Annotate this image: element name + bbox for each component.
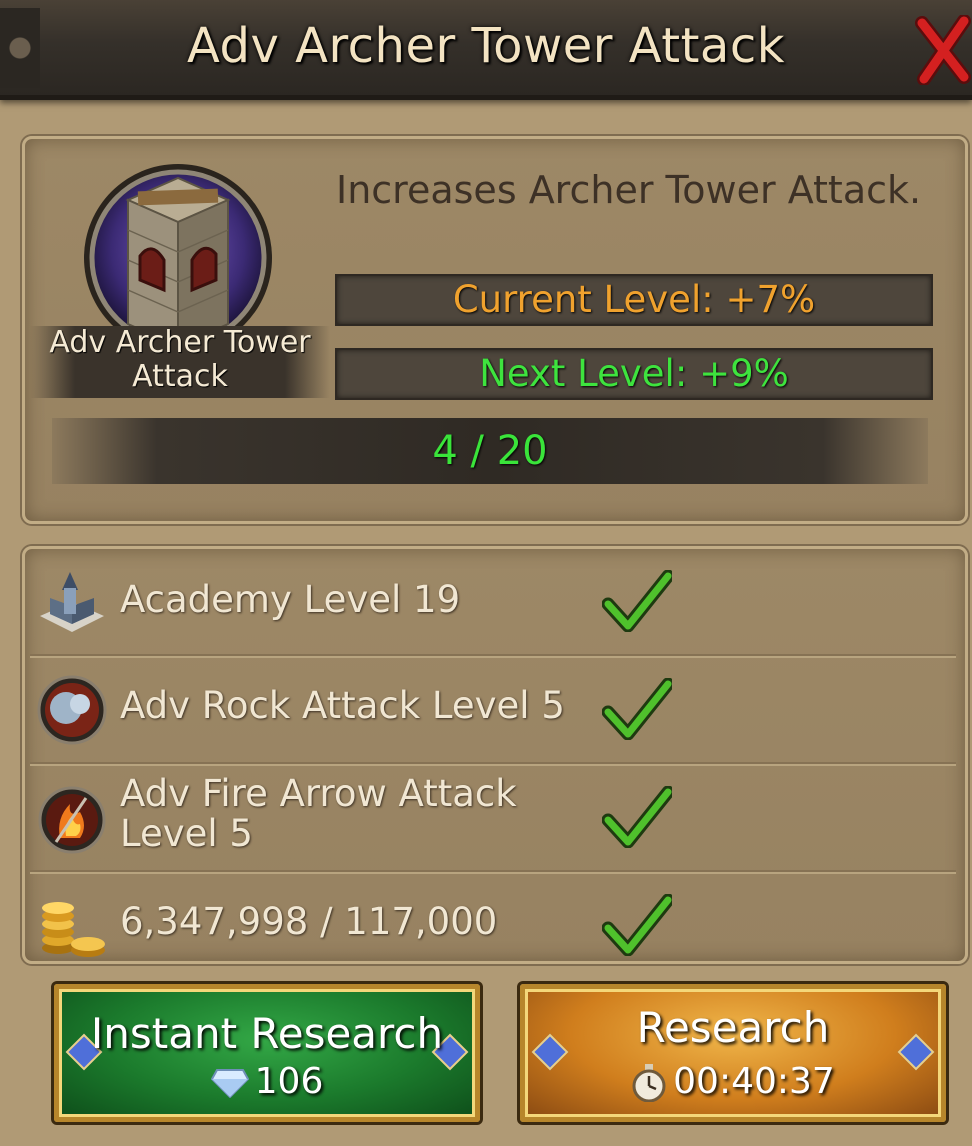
requirement-text: Adv Rock Attack Level 5 <box>120 684 565 727</box>
gold-coins-icon <box>42 902 105 957</box>
close-button[interactable] <box>914 14 972 86</box>
instant-research-cost-value: 106 <box>254 1061 324 1102</box>
level-progress-text: 4 / 20 <box>432 428 548 474</box>
check-icon <box>602 570 672 632</box>
requirement-row: Adv Rock Attack Level 5 <box>30 656 956 764</box>
check-icon <box>602 678 672 740</box>
close-x-icon[interactable] <box>914 14 972 86</box>
rock-attack-icon <box>37 675 107 745</box>
level-progress-bar: 4 / 20 <box>52 418 928 484</box>
research-button[interactable]: Research 00:40:37 <box>520 984 946 1122</box>
research-time-value: 00:40:37 <box>673 1061 835 1102</box>
page-title: Adv Archer Tower Attack <box>186 18 786 74</box>
requirement-row: Academy Level 19 <box>30 548 956 656</box>
stopwatch-icon <box>632 1064 666 1103</box>
instant-research-button[interactable]: Instant Research 106 <box>54 984 480 1122</box>
current-level-bar: Current Level: +7% <box>335 274 933 326</box>
requirement-row: 6,347,998 / 117,000 <box>30 872 956 978</box>
requirement-text: Academy Level 19 <box>120 578 461 621</box>
requirement-text: 6,347,998 / 117,000 <box>120 900 498 943</box>
fire-arrow-icon <box>38 786 106 854</box>
tech-description: Increases Archer Tower Attack. <box>336 168 922 212</box>
requirement-row: Adv Fire Arrow Attack Level 5 <box>30 764 956 872</box>
research-label: Research <box>636 1003 830 1052</box>
requirement-text: Adv Fire Arrow Attack Level 5 <box>120 772 517 855</box>
diamond-gem-icon <box>210 1069 249 1099</box>
academy-building-icon <box>40 572 104 632</box>
next-level-bar: Next Level: +9% <box>335 348 933 400</box>
instant-research-label: Instant Research <box>90 1009 444 1058</box>
header-bar: Adv Archer Tower Attack <box>0 0 972 100</box>
instant-research-cost: 106 <box>59 1061 475 1102</box>
tech-name-label: Adv Archer Tower Attack <box>30 326 330 398</box>
research-time: 00:40:37 <box>525 1061 941 1103</box>
check-icon <box>602 786 672 848</box>
check-icon <box>602 894 672 956</box>
